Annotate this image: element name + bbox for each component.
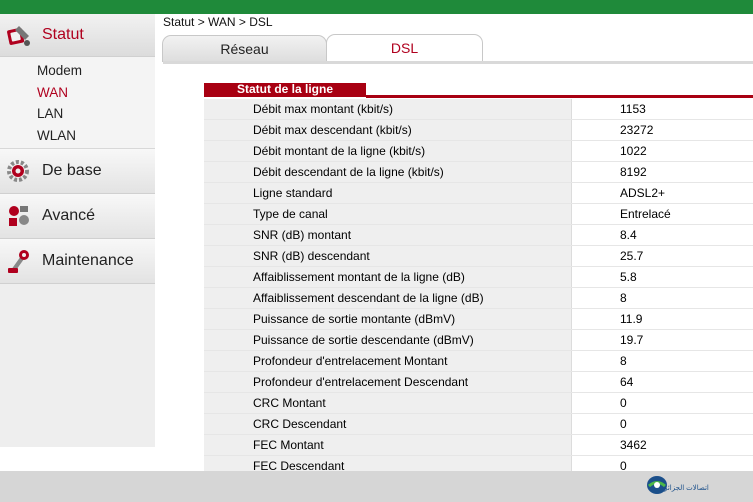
table-row: Ligne standard ADSL2+ [204, 183, 753, 204]
nav-statut[interactable]: Statut [0, 14, 155, 57]
nav-statut-label: Statut [42, 26, 84, 43]
top-banner [0, 0, 753, 14]
row-value: 0 [572, 414, 753, 434]
row-value: 8 [572, 351, 753, 371]
row-value: 23272 [572, 120, 753, 140]
table-row: CRC Montant 0 [204, 393, 753, 414]
maintenance-icon [8, 250, 29, 273]
row-label: SNR (dB) montant [204, 225, 572, 245]
row-label: Profondeur d'entrelacement Descendant [204, 372, 572, 392]
row-label: Affaiblissement descendant de la ligne (… [204, 288, 572, 308]
sidebar-item-wan[interactable]: WAN [0, 82, 155, 104]
nav-de-base[interactable]: De base [0, 149, 155, 194]
tab-dsl[interactable]: DSL [326, 34, 483, 62]
table-row: FEC Montant 3462 [204, 435, 753, 456]
row-label: Profondeur d'entrelacement Montant [204, 351, 572, 371]
status-icon [7, 26, 30, 46]
row-label: Type de canal [204, 204, 572, 224]
row-value: 25.7 [572, 246, 753, 266]
line-status-table: Débit max montant (kbit/s) 1153 Débit max … [204, 99, 753, 477]
nav-avance[interactable]: Avancé [0, 194, 155, 239]
table-row: Puissance de sortie montante (dBmV) 11.9 [204, 309, 753, 330]
table-row: Puissance de sortie descendante (dBmV) 19… [204, 330, 753, 351]
tab-reseau[interactable]: Réseau [162, 35, 327, 62]
row-label: Débit max descendant (kbit/s) [204, 120, 572, 140]
table-row: Débit descendant de la ligne (kbit/s) 819… [204, 162, 753, 183]
nav-de-base-label: De base [42, 162, 102, 179]
tools-icon [9, 206, 29, 226]
footer: اتصالات الجزائر [0, 471, 753, 502]
nav-avance-label: Avancé [42, 207, 96, 224]
row-label: Débit montant de la ligne (kbit/s) [204, 141, 572, 161]
sidebar-item-modem[interactable]: Modem [0, 60, 155, 82]
breadcrumb: Statut > WAN > DSL [163, 15, 273, 29]
row-label: Puissance de sortie descendante (dBmV) [204, 330, 572, 350]
row-value: 0 [572, 393, 753, 413]
row-value: 1022 [572, 141, 753, 161]
row-value: 19.7 [572, 330, 753, 350]
row-value: 8 [572, 288, 753, 308]
row-value: 11.9 [572, 309, 753, 329]
tab-bar: Réseau DSL [155, 33, 753, 62]
row-label: Débit max montant (kbit/s) [204, 99, 572, 119]
table-row: Débit montant de la ligne (kbit/s) 1022 [204, 141, 753, 162]
row-value: ADSL2+ [572, 183, 753, 203]
row-value: Entrelacé [572, 204, 753, 224]
nav-maintenance-label: Maintenance [42, 252, 134, 269]
row-label: Puissance de sortie montante (dBmV) [204, 309, 572, 329]
table-row: Débit max montant (kbit/s) 1153 [204, 99, 753, 120]
row-value: 8192 [572, 162, 753, 182]
row-label: CRC Descendant [204, 414, 572, 434]
row-label: CRC Montant [204, 393, 572, 413]
section-title: Statut de la ligne [237, 82, 334, 96]
table-row: CRC Descendant 0 [204, 414, 753, 435]
gear-icon [7, 160, 29, 182]
row-label: Affaiblissement montant de la ligne (dB) [204, 267, 572, 287]
row-value: 64 [572, 372, 753, 392]
table-row: Type de canal Entrelacé [204, 204, 753, 225]
statut-submenu: Modem WAN LAN WLAN [0, 57, 155, 149]
section-header: Statut de la ligne [204, 82, 753, 98]
table-row: Débit max descendant (kbit/s) 23272 [204, 120, 753, 141]
row-label: SNR (dB) descendant [204, 246, 572, 266]
sidebar-item-wlan[interactable]: WLAN [0, 125, 155, 147]
row-label: Ligne standard [204, 183, 572, 203]
row-label: FEC Montant [204, 435, 572, 455]
table-row: Affaiblissement descendant de la ligne (… [204, 288, 753, 309]
sidebar: Statut Modem WAN LAN WLAN De base Avancé [0, 14, 155, 447]
table-row: SNR (dB) montant 8.4 [204, 225, 753, 246]
row-value: 5.8 [572, 267, 753, 287]
row-value: 8.4 [572, 225, 753, 245]
logo-text: اتصالات الجزائر [664, 485, 709, 492]
tab-divider [163, 61, 753, 64]
row-label: Débit descendant de la ligne (kbit/s) [204, 162, 572, 182]
table-row: Profondeur d'entrelacement Montant 8 [204, 351, 753, 372]
table-row: SNR (dB) descendant 25.7 [204, 246, 753, 267]
row-value: 3462 [572, 435, 753, 455]
section-header-line [366, 95, 753, 98]
nav-maintenance[interactable]: Maintenance [0, 239, 155, 284]
sidebar-item-lan[interactable]: LAN [0, 103, 155, 125]
row-value: 1153 [572, 99, 753, 119]
table-row: Affaiblissement montant de la ligne (dB)… [204, 267, 753, 288]
table-row: Profondeur d'entrelacement Descendant 64 [204, 372, 753, 393]
